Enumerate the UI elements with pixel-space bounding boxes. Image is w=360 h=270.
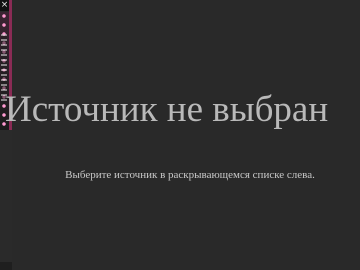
no-source-heading: Источник не выбран [5,89,329,130]
app-window: × Источник не выбран Выберите источник в… [0,0,360,270]
no-source-message: Выберите источник в раскрывающемся списк… [65,169,315,181]
sidebar-footer [0,262,12,270]
close-icon[interactable]: × [0,0,9,11]
source-sidebar-strip[interactable]: × [0,0,12,270]
